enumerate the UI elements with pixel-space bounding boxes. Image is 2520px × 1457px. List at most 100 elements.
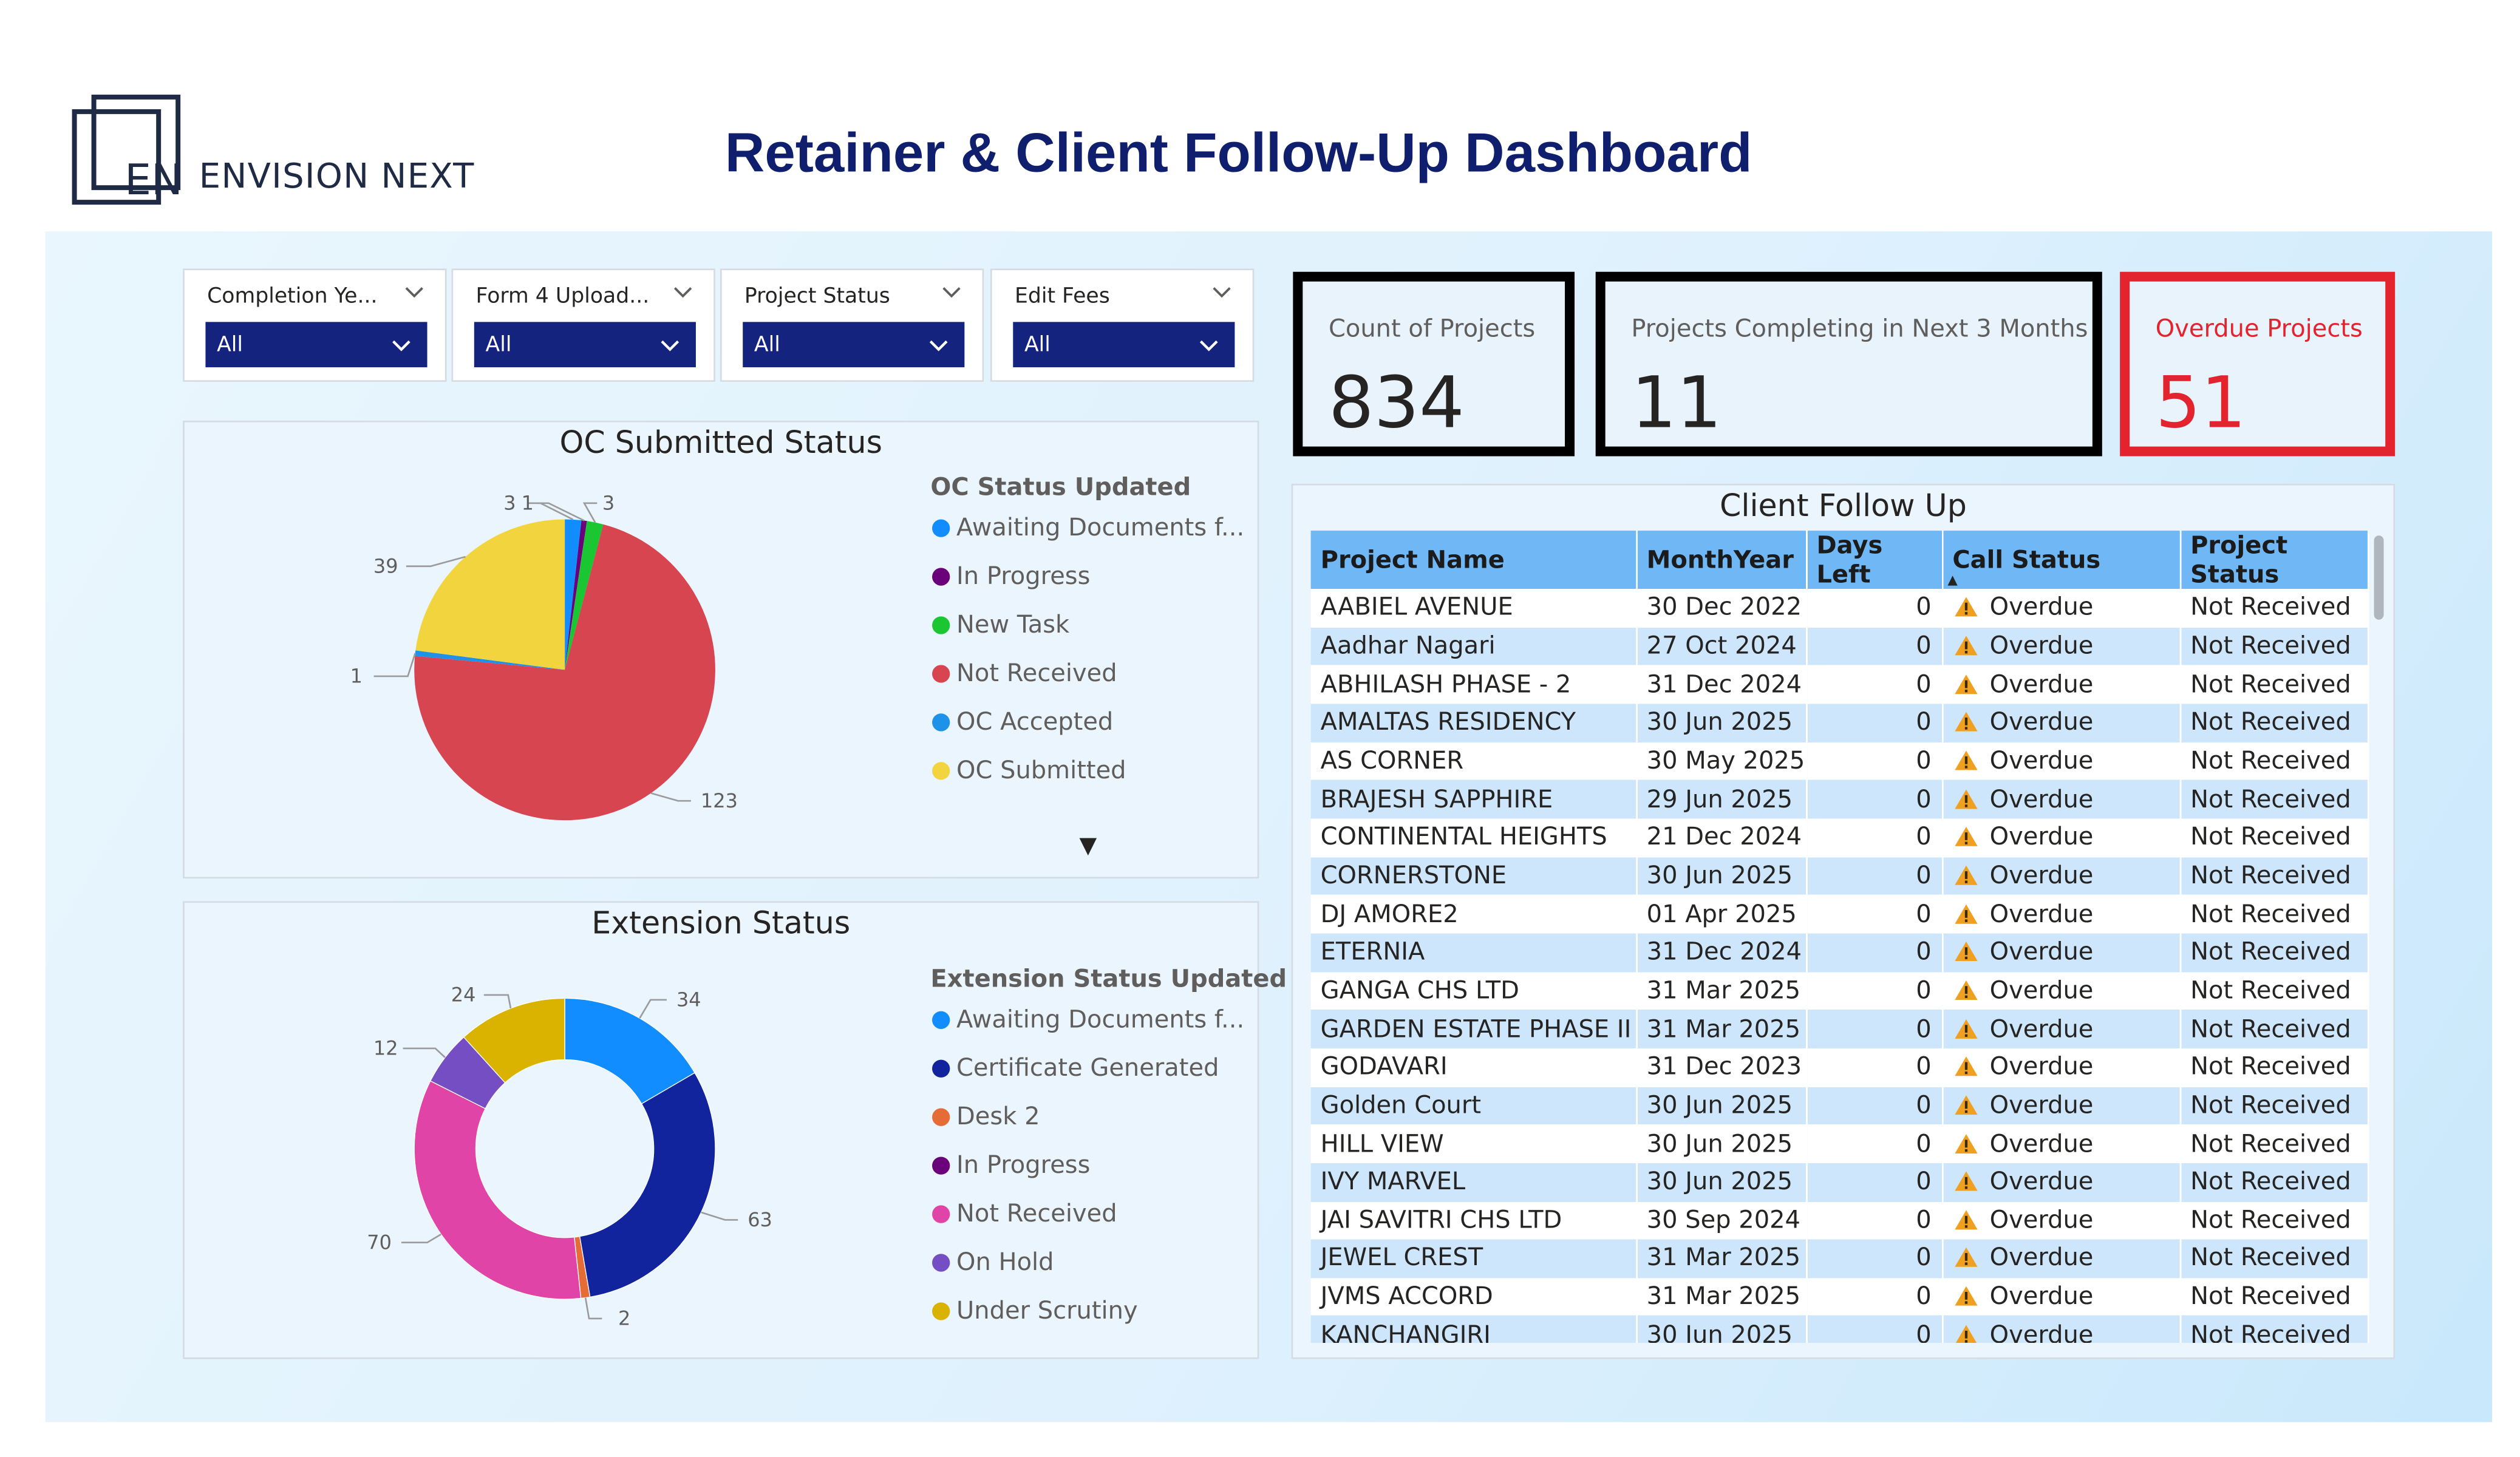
chevron-down-icon[interactable] [403,280,426,302]
legend-swatch-icon [932,1010,950,1028]
data-label: 123 [701,789,738,812]
warning-icon [1953,827,1977,847]
legend-item[interactable]: In Progress [932,562,1090,591]
legend-item[interactable]: Desk 2 [932,1102,1040,1131]
warning-icon [1953,1056,1977,1076]
chevron-down-icon[interactable] [390,333,412,356]
legend-item[interactable]: Awaiting Documents f... [932,513,1244,542]
chevron-down-icon[interactable] [659,333,681,356]
cell-days-left: 0 [1806,627,1943,666]
cell-project-status: Not Received [2179,818,2369,857]
slicer-edit-fees[interactable]: Edit Fees All [990,268,1255,382]
table-row[interactable]: GANGA CHS LTD 31 Mar 2025 0 Overdue Not Rece… [1310,971,2369,1010]
table-row[interactable]: HILL VIEW 30 Jun 2025 0 Overdue Not Received [1310,1124,2369,1163]
legend-scroll-down-icon[interactable]: ▼ [1080,833,1097,859]
slice-certificate-generated[interactable] [579,1072,716,1298]
table-row[interactable]: BRAJESH SAPPHIRE 29 Jun 2025 0 Overdue Not R… [1310,780,2369,819]
legend-label: In Progress [956,1150,1091,1180]
table-row[interactable]: JAI SAVITRI CHS LTD 30 Sep 2024 0 Overdue No… [1310,1201,2369,1240]
table-viewport: Project Name MonthYear Days Left Call St… [1293,486,2377,1343]
table-row[interactable]: KANCHANGIRI 30 Jun 2025 0 Overdue Not Receiv… [1310,1316,2369,1343]
column-header-project-name[interactable]: Project Name [1310,531,1637,589]
warning-icon [1953,1095,1977,1115]
column-header-call-status[interactable]: Call Status ▲ [1942,531,2181,589]
table-header-row: Project Name MonthYear Days Left Call St… [1310,531,2369,589]
sort-ascending-icon[interactable]: ▲ [1947,572,1957,587]
table-row[interactable]: ETERNIA 31 Dec 2024 0 Overdue Not Received [1310,933,2369,972]
cell-days-left: 0 [1806,1048,1943,1087]
cell-monthyear: 30 Jun 2025 [1636,1316,1807,1343]
chevron-down-icon[interactable] [1197,333,1220,356]
table-row[interactable]: Golden Court 30 Jun 2025 0 Overdue Not Recei… [1310,1086,2369,1125]
table-row[interactable]: Aadhar Nagari 27 Oct 2024 0 Overdue Not Rece… [1310,627,2369,666]
cell-monthyear: 30 Jun 2025 [1636,857,1807,895]
legend-item[interactable]: Not Received [932,659,1117,688]
data-label: 24 [451,983,476,1007]
cell-project-status: Not Received [2179,589,2369,628]
cell-project-name: GARDEN ESTATE PHASE II [1310,1010,1637,1048]
table-row[interactable]: AABIEL AVENUE 30 Dec 2022 0 Overdue Not Rece… [1310,589,2369,628]
legend-item[interactable]: On Hold [932,1248,1054,1277]
table-row[interactable]: JEWEL CREST 31 Mar 2025 0 Overdue Not Receiv… [1310,1239,2369,1278]
slicer-dropdown[interactable]: All [205,322,427,367]
data-label: 34 [676,988,701,1011]
legend-item[interactable]: Not Received [932,1199,1117,1228]
legend-swatch-icon [932,712,950,731]
table-scrollbar[interactable] [2374,535,2384,620]
slicer-dropdown[interactable]: All [1013,322,1235,367]
legend-item[interactable]: New Task [932,610,1069,639]
cell-call-status: Overdue [1942,1010,2181,1048]
legend-item[interactable]: Certificate Generated [932,1053,1219,1082]
legend-swatch-icon [932,616,950,634]
column-header-label: Call Status [1952,545,2101,575]
warning-icon [1953,903,1977,923]
table-row[interactable]: GODAVARI 31 Dec 2023 0 Overdue Not Received [1310,1048,2369,1087]
table-row[interactable]: AMALTAS RESIDENCY 30 Jun 2025 0 Overdue Not … [1310,704,2369,742]
oc-status-pie-chart[interactable]: 3 1 3123139 [185,423,929,880]
cell-project-name: ETERNIA [1310,933,1637,972]
column-header-project-status[interactable]: Project Status [2179,531,2369,589]
legend-label: OC Submitted [956,755,1126,785]
chevron-down-icon[interactable] [1210,280,1233,302]
table-row[interactable]: GARDEN ESTATE PHASE II 31 Mar 2025 0 Overdu… [1310,1010,2369,1048]
slice-not-received[interactable] [414,1080,582,1300]
slicer-form4-upload[interactable]: Form 4 Upload... All [451,268,715,382]
table-row[interactable]: JVMS ACCORD 31 Mar 2025 0 Overdue Not Receiv… [1310,1277,2369,1316]
warning-icon [1953,636,1977,656]
slicer-completion-year[interactable]: Completion Ye... All [183,268,447,382]
extension-status-donut-chart[interactable]: 34 63 2 70 12 24 [185,903,929,1360]
legend-item[interactable]: Awaiting Documents f... [932,1005,1244,1034]
panel-oc-submitted-status: OC Submitted Status 3 1 3 123 1 39 OC Status … [183,420,1259,880]
slice-oc-submitted[interactable] [415,519,565,670]
legend-item[interactable]: Under Scrutiny [932,1296,1138,1325]
table-row[interactable]: AS CORNER 30 May 2025 0 Overdue Not Received [1310,742,2369,781]
card-value: 11 [1631,362,1722,445]
table-row[interactable]: CONTINENTAL HEIGHTS 21 Dec 2024 0 Overdue No… [1310,818,2369,857]
call-status-text: Overdue [1989,669,2094,699]
legend-item[interactable]: In Progress [932,1150,1090,1180]
table-row[interactable]: CORNERSTONE 30 Jun 2025 0 Overdue Not Receiv… [1310,857,2369,895]
slicer-project-status[interactable]: Project Status All [720,268,984,382]
column-header-monthyear[interactable]: MonthYear [1636,531,1807,589]
slicer-dropdown[interactable]: All [474,322,696,367]
cell-call-status: Overdue [1942,1124,2181,1163]
warning-icon [1953,980,1977,1000]
table-row[interactable]: ABHILASH PHASE - 2 31 Dec 2024 0 Overdue Not… [1310,665,2369,704]
legend-item[interactable]: OC Accepted [932,707,1113,736]
column-header-days-left[interactable]: Days Left [1806,531,1943,589]
chevron-down-icon[interactable] [940,280,962,302]
cell-monthyear: 30 Jun 2025 [1636,1163,1807,1201]
leader-line [536,502,585,521]
warning-icon [1953,597,1977,617]
chevron-down-icon[interactable] [927,333,950,356]
cell-days-left: 0 [1806,704,1943,742]
call-status-text: Overdue [1989,784,2094,813]
table-row[interactable]: IVY MARVEL 30 Jun 2025 0 Overdue Not Receive… [1310,1163,2369,1201]
chevron-down-icon[interactable] [672,280,694,302]
legend-swatch-icon [932,1059,950,1077]
logo-mark-text: EN [124,156,183,205]
table-row[interactable]: DJ AMORE2 01 Apr 2025 0 Overdue Not Received [1310,895,2369,934]
call-status-text: Overdue [1989,1320,2094,1343]
legend-item[interactable]: OC Submitted [932,756,1126,785]
slicer-dropdown[interactable]: All [743,322,965,367]
